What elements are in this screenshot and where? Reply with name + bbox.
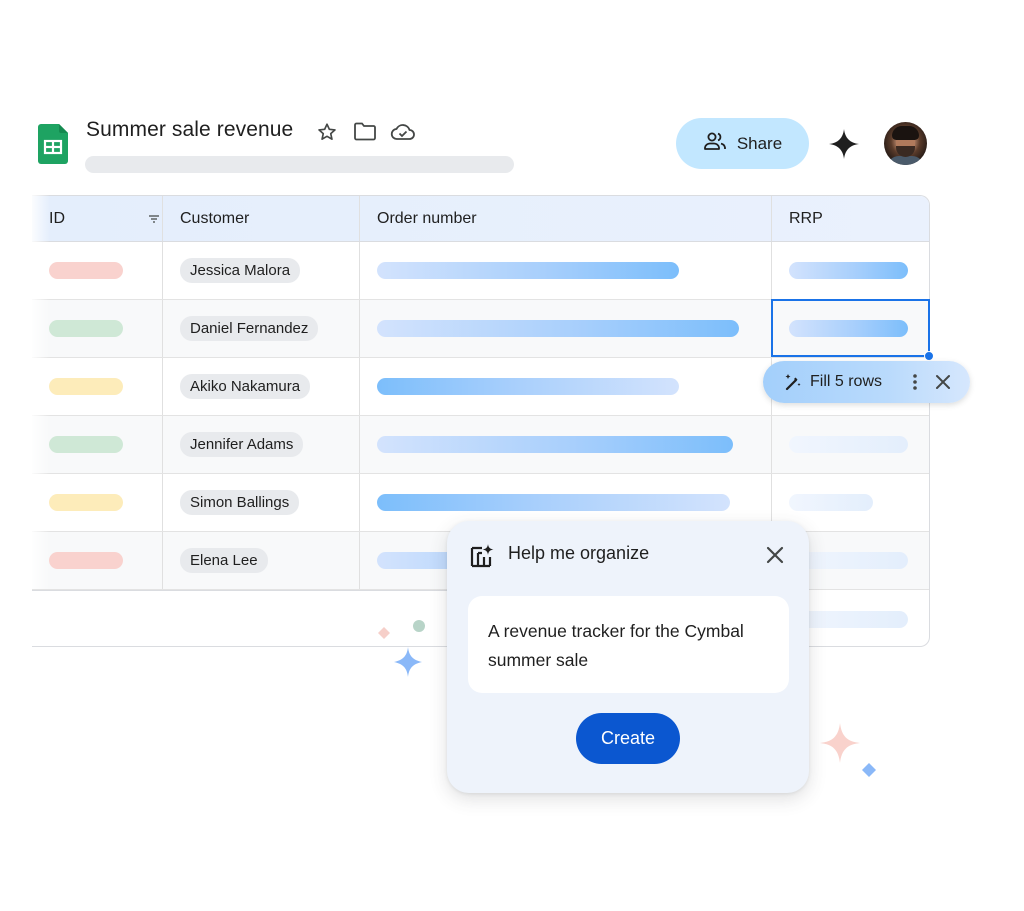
cloud-saved-icon[interactable] xyxy=(390,119,416,145)
filter-icon[interactable] xyxy=(148,212,160,224)
column-header-order-number[interactable]: Order number xyxy=(359,196,771,241)
close-icon[interactable] xyxy=(763,543,787,567)
customer-cell[interactable]: Simon Ballings xyxy=(162,474,359,531)
customer-cell[interactable]: Jennifer Adams xyxy=(162,416,359,473)
id-placeholder xyxy=(49,436,123,453)
customer-chip[interactable]: Daniel Fernandez xyxy=(180,316,319,341)
help-me-organize-dialog: Help me organize A revenue tracker for t… xyxy=(447,521,809,793)
google-sheets-icon[interactable] xyxy=(38,124,68,164)
id-placeholder xyxy=(49,378,123,395)
order-number-cell[interactable] xyxy=(359,358,771,415)
dialog-title: Help me organize xyxy=(508,543,650,563)
order-number-placeholder xyxy=(377,436,733,453)
share-button[interactable]: Share xyxy=(676,118,809,169)
rrp-cell[interactable] xyxy=(771,416,929,473)
order-number-placeholder xyxy=(377,320,739,337)
column-header-id[interactable]: ID xyxy=(32,196,162,241)
table-header-row: ID Customer Order number RRP xyxy=(32,196,929,242)
more-vert-icon[interactable] xyxy=(910,372,920,392)
id-cell[interactable] xyxy=(32,532,162,589)
customer-chip[interactable]: Simon Ballings xyxy=(180,490,300,515)
customer-chip[interactable]: Jennifer Adams xyxy=(180,432,304,457)
id-placeholder xyxy=(49,494,123,511)
gemini-sparkle-icon[interactable] xyxy=(828,128,860,160)
customer-cell[interactable]: Akiko Nakamura xyxy=(162,358,359,415)
table-row: Jessica Malora xyxy=(32,242,929,300)
star-icon[interactable] xyxy=(314,119,340,145)
rrp-placeholder xyxy=(789,262,908,279)
order-number-placeholder xyxy=(377,378,679,395)
fill-handle[interactable] xyxy=(924,351,934,361)
blue-star-sparkle-icon xyxy=(394,647,422,677)
table-row: Jennifer Adams xyxy=(32,416,929,474)
id-cell[interactable] xyxy=(32,474,162,531)
id-cell[interactable] xyxy=(32,358,162,415)
close-icon[interactable] xyxy=(933,372,953,392)
user-avatar[interactable] xyxy=(884,122,927,165)
customer-cell[interactable]: Daniel Fernandez xyxy=(162,300,359,357)
prompt-input[interactable]: A revenue tracker for the Cymbal summer … xyxy=(468,596,789,693)
customer-chip[interactable]: Jessica Malora xyxy=(180,258,301,283)
rrp-suggestion-placeholder xyxy=(789,494,873,511)
order-number-cell[interactable] xyxy=(359,242,771,299)
folder-icon[interactable] xyxy=(352,119,378,145)
id-placeholder xyxy=(49,320,123,337)
people-icon xyxy=(703,131,727,156)
order-number-placeholder xyxy=(377,262,679,279)
order-number-cell[interactable] xyxy=(359,300,771,357)
id-placeholder xyxy=(49,552,123,569)
magic-wand-icon xyxy=(783,372,803,392)
column-header-rrp[interactable]: RRP xyxy=(771,196,929,241)
customer-cell[interactable]: Jessica Malora xyxy=(162,242,359,299)
diamond-sparkle-icon xyxy=(378,627,390,639)
id-placeholder xyxy=(49,262,123,279)
table-sparkle-icon xyxy=(469,543,495,569)
customer-cell[interactable]: Elena Lee xyxy=(162,532,359,589)
rrp-suggestion-placeholder xyxy=(789,436,908,453)
rrp-cell[interactable] xyxy=(771,242,929,299)
selected-cell-rrp[interactable] xyxy=(771,299,934,361)
fill-rows-label[interactable]: Fill 5 rows xyxy=(810,373,882,391)
fill-rows-suggestion-chip: Fill 5 rows xyxy=(763,361,970,403)
order-number-cell[interactable] xyxy=(359,416,771,473)
customer-chip[interactable]: Akiko Nakamura xyxy=(180,374,311,399)
order-number-placeholder xyxy=(377,494,730,511)
menu-bar-placeholder xyxy=(85,156,514,173)
id-cell[interactable] xyxy=(32,416,162,473)
pink-star-sparkle-icon xyxy=(820,723,860,763)
id-cell[interactable] xyxy=(32,242,162,299)
create-button[interactable]: Create xyxy=(576,713,680,764)
dot-sparkle-icon xyxy=(413,620,425,632)
customer-chip[interactable]: Elena Lee xyxy=(180,548,268,573)
document-title[interactable]: Summer sale revenue xyxy=(86,118,293,142)
id-cell[interactable] xyxy=(32,300,162,357)
share-label: Share xyxy=(736,133,783,153)
column-header-customer[interactable]: Customer xyxy=(162,196,359,241)
diamond-sparkle-icon xyxy=(862,763,876,777)
